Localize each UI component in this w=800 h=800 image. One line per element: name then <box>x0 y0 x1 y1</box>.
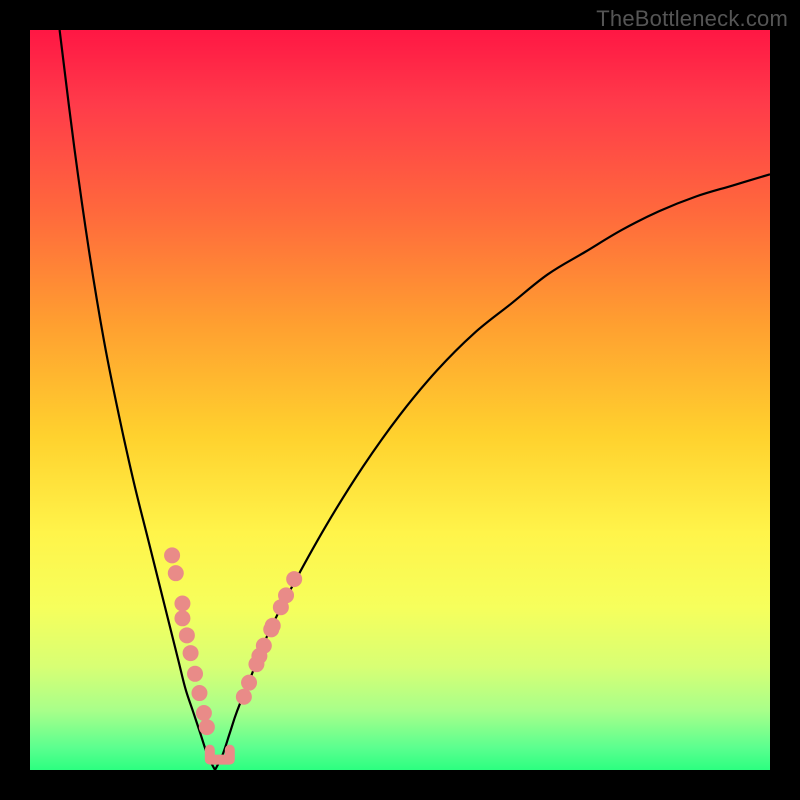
marker-dot <box>236 689 252 705</box>
marker-dot <box>256 638 272 654</box>
marker-dot <box>179 627 195 643</box>
right-branch-curve <box>215 174 770 770</box>
marker-dot <box>278 587 294 603</box>
watermark-text: TheBottleneck.com <box>596 6 788 32</box>
bottom-bracket <box>210 750 230 760</box>
marker-dot <box>191 685 207 701</box>
marker-dot <box>286 571 302 587</box>
marker-dot <box>183 645 199 661</box>
marker-dot <box>174 596 190 612</box>
marker-dot <box>187 666 203 682</box>
left-branch-dots <box>164 547 215 735</box>
chart-plot-area <box>30 30 770 770</box>
chart-svg <box>30 30 770 770</box>
marker-dot <box>265 618 281 634</box>
marker-dot <box>168 565 184 581</box>
marker-dot <box>196 705 212 721</box>
marker-dot <box>241 675 257 691</box>
marker-dot <box>199 719 215 735</box>
right-branch-dots <box>236 571 302 705</box>
marker-dot <box>174 610 190 626</box>
marker-dot <box>164 547 180 563</box>
